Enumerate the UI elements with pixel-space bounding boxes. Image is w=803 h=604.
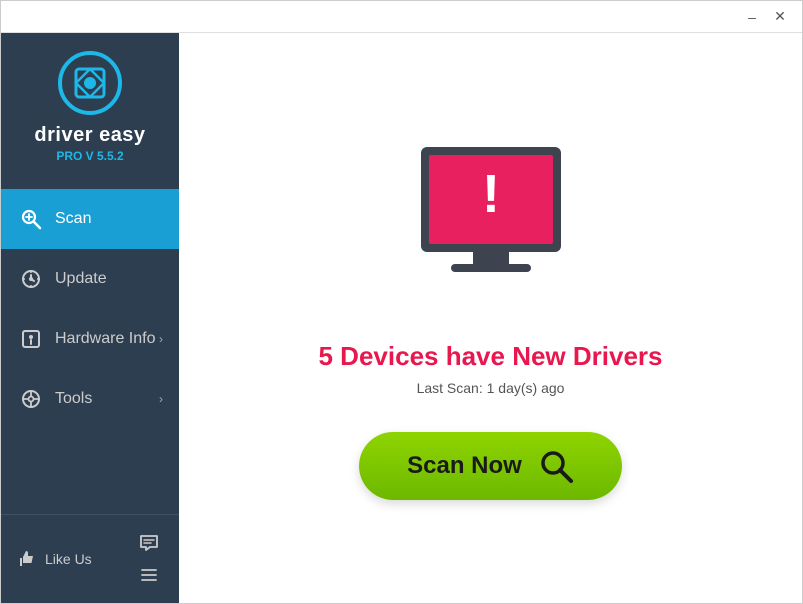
thumbs-up-icon: [17, 549, 37, 569]
sidebar-item-update[interactable]: Update: [1, 249, 179, 309]
app-name: driver easy: [34, 123, 145, 147]
sidebar-item-scan[interactable]: Scan: [1, 189, 179, 249]
main-layout: driver easy PRO V 5.5.2 Scan: [1, 33, 802, 603]
sidebar-item-tools[interactable]: Tools ›: [1, 369, 179, 429]
sidebar-item-hardware-info-label: Hardware Info: [55, 330, 156, 348]
title-bar: – ✕: [1, 1, 802, 33]
sidebar-footer: Like Us: [1, 514, 179, 603]
like-us-button[interactable]: Like Us: [17, 549, 92, 569]
sidebar-item-hardware-info[interactable]: Hardware Info ›: [1, 309, 179, 369]
app-version: PRO V 5.5.2: [56, 149, 123, 163]
update-icon: [17, 265, 45, 293]
scan-icon: [17, 205, 45, 233]
list-icon-button[interactable]: [135, 561, 163, 589]
app-window: – ✕ driver easy PRO V 5.5.2: [0, 0, 803, 604]
main-content: ! 5 Devices have New Drivers Last Scan: …: [179, 33, 802, 603]
sidebar-item-scan-label: Scan: [55, 210, 91, 228]
tools-chevron-icon: ›: [159, 392, 163, 406]
hardware-info-chevron-icon: ›: [159, 332, 163, 346]
scan-now-label: Scan Now: [407, 452, 522, 480]
close-button[interactable]: ✕: [766, 5, 794, 29]
tools-icon: [17, 385, 45, 413]
sidebar-item-update-label: Update: [55, 270, 107, 288]
list-icon: [139, 565, 159, 585]
sidebar: driver easy PRO V 5.5.2 Scan: [1, 33, 179, 603]
scan-search-icon: [538, 448, 574, 484]
app-logo-icon: [58, 51, 122, 115]
monitor-svg: !: [391, 137, 591, 312]
chat-icon-button[interactable]: [135, 529, 163, 557]
scan-now-button[interactable]: Scan Now: [359, 432, 622, 500]
like-us-label: Like Us: [45, 551, 92, 567]
sidebar-nav: Scan: [1, 189, 179, 514]
chat-icon: [139, 533, 159, 553]
hardware-info-icon: [17, 325, 45, 353]
minimize-button[interactable]: –: [738, 5, 766, 29]
monitor-illustration: !: [391, 137, 591, 317]
sidebar-header: driver easy PRO V 5.5.2: [1, 33, 179, 179]
status-title: 5 Devices have New Drivers: [319, 341, 663, 372]
svg-text:!: !: [482, 164, 500, 224]
footer-icons: [135, 529, 163, 589]
last-scan-text: Last Scan: 1 day(s) ago: [417, 380, 565, 396]
sidebar-item-tools-label: Tools: [55, 390, 92, 408]
